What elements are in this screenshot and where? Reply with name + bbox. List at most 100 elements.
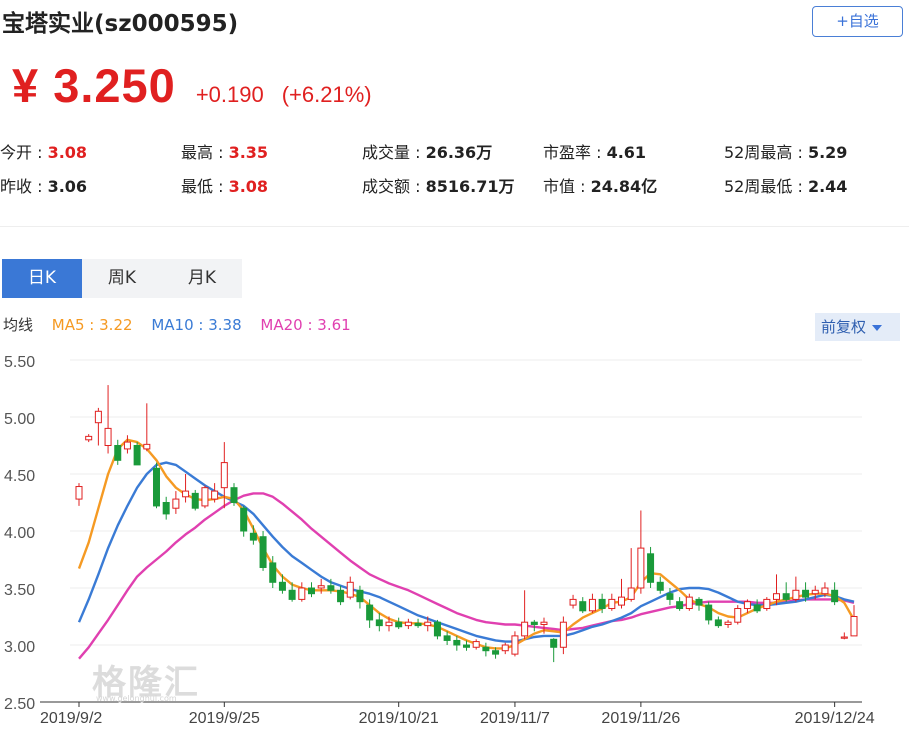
stat-pe: 市盈率 : 4.61 (543, 143, 647, 162)
y-tick-label: 4.50 (4, 468, 35, 485)
candle-body (530, 621, 538, 625)
candle-body (802, 589, 810, 598)
candle-body (385, 621, 393, 627)
candle-body (821, 587, 829, 595)
ma-legend: 均线 MA5 : 3.22 MA10 : 3.38 MA20 : 3.61 (3, 314, 365, 335)
candle-body (579, 601, 587, 612)
candle-body (366, 604, 374, 621)
candle-body (850, 616, 858, 637)
candle-body (182, 490, 190, 498)
tab-monthly-k[interactable]: 月K (162, 259, 242, 298)
price-change-percent: (+6.21%) (281, 82, 372, 107)
candle-body (550, 638, 558, 648)
candle-body (114, 445, 122, 461)
section-divider (0, 226, 909, 227)
candle-body (424, 621, 432, 627)
tab-weekly-k[interactable]: 周K (82, 259, 162, 298)
x-tick-label: 2019/9/2 (40, 710, 102, 727)
tab-daily-k[interactable]: 日K (2, 259, 82, 298)
x-tick-label: 2019/12/24 (795, 710, 875, 727)
stat-market-cap: 市值 : 24.84亿 (543, 177, 658, 196)
candle-body (346, 581, 354, 598)
candle-body (734, 608, 742, 623)
stat-52w-low: 52周最低 : 2.44 (724, 177, 848, 196)
candle-body (298, 587, 306, 600)
stat-turnover: 成交额 : 8516.71万 (362, 177, 515, 196)
candle-body (230, 487, 238, 503)
candle-body (191, 492, 199, 509)
candle-body (288, 589, 296, 600)
candle-body (201, 487, 209, 507)
candle-body (482, 646, 490, 652)
candle-body (492, 650, 500, 655)
stat-52w-high: 52周最高 : 5.29 (724, 143, 848, 162)
candle-body (753, 604, 761, 612)
x-tick-label: 2019/11/7 (480, 710, 550, 727)
y-tick-label: 3.00 (4, 639, 35, 656)
x-tick-label: 2019/9/25 (189, 710, 260, 727)
candle-body (608, 598, 616, 610)
candle-body (259, 536, 267, 568)
watermark-url: www.gelonghui.com (96, 694, 177, 703)
current-price: ¥ 3.250 (12, 59, 176, 112)
candle-body (811, 589, 819, 595)
ma20-line (78, 492, 855, 660)
candle-body (462, 644, 471, 648)
candle-body (172, 498, 180, 509)
candle-body (763, 598, 771, 610)
x-tick-label: 2019/11/26 (601, 710, 680, 727)
candle-body (327, 585, 335, 591)
candle-body (249, 532, 257, 541)
candle-body (598, 598, 606, 610)
price-row: ¥ 3.250 +0.190 (+6.21%) (12, 58, 372, 114)
candle-body (617, 596, 626, 606)
candle-body (637, 547, 645, 589)
candle-body (104, 427, 112, 447)
candle-body (433, 621, 441, 637)
candle-body (782, 593, 790, 600)
x-tick-label: 2019/10/21 (359, 710, 439, 727)
candle-body (627, 587, 635, 600)
candle-body (123, 441, 131, 450)
candle-body (501, 644, 509, 652)
price-change: +0.190 (195, 82, 264, 107)
candle-body (472, 641, 480, 648)
stat-low: 最低 : 3.08 (181, 177, 269, 196)
candle-body (278, 581, 286, 591)
candle-body (676, 601, 684, 610)
candle-body (714, 619, 722, 627)
stat-high: 最高 : 3.35 (181, 143, 269, 162)
candle-body (220, 462, 228, 489)
candle-body (143, 443, 151, 450)
y-tick-label: 5.50 (4, 354, 35, 371)
candle-body (743, 601, 751, 610)
legend-ma20: MA20 : 3.61 (260, 316, 351, 334)
candle-body (588, 598, 596, 612)
legend-ma5: MA5 : 3.22 (51, 316, 133, 334)
candle-body (404, 621, 412, 627)
candle-body (75, 486, 83, 500)
candle-body (453, 639, 461, 646)
y-tick-label: 5.00 (4, 411, 35, 428)
candle-body (521, 621, 529, 637)
candle-body (685, 596, 693, 610)
candle-body (666, 593, 674, 600)
candle-body (840, 636, 848, 639)
adjust-dropdown[interactable]: 前复权 (815, 313, 900, 341)
candle-body (356, 589, 364, 603)
candle-body (152, 467, 161, 507)
y-tick-label: 3.50 (4, 582, 35, 599)
candle-body (695, 598, 703, 606)
candle-body (240, 507, 248, 532)
candle-body (337, 589, 345, 603)
candle-body (511, 635, 519, 655)
candle-body (317, 585, 325, 589)
add-watchlist-button[interactable]: +自选 (812, 6, 903, 37)
candle-body (831, 589, 839, 603)
chevron-down-icon (872, 324, 883, 331)
candle-body (792, 589, 800, 600)
stat-prev-close: 昨收 : 3.06 (0, 177, 88, 196)
candle-body (443, 635, 451, 641)
candle-body (656, 581, 664, 591)
candle-body (162, 502, 170, 515)
